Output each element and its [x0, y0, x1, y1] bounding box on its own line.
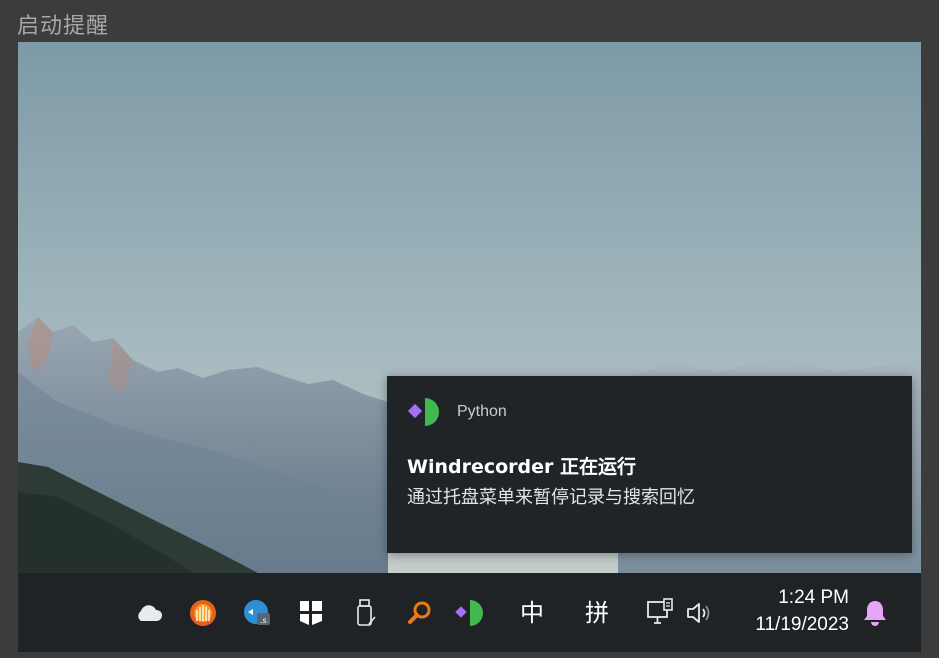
window-title: 启动提醒 [17, 14, 110, 39]
taskbar: .s 中 拼 1:24 PM 11/19/2023 [18, 573, 921, 652]
notification-toast[interactable]: Python Windrecorder 正在运行 通过托盘菜单来暂停记录与搜索回… [387, 376, 912, 553]
ime-layout-indicator[interactable]: 拼 [580, 595, 614, 631]
search-app-icon[interactable] [404, 597, 436, 629]
windrecorder-icon[interactable] [453, 597, 485, 629]
torrent-client-icon[interactable] [187, 597, 219, 629]
svg-text:.s: .s [260, 616, 267, 625]
grid-app-icon[interactable] [295, 597, 327, 629]
usb-drive-icon[interactable] [350, 597, 382, 629]
clock-time: 1:24 PM [778, 587, 849, 608]
toast-app-name: Python [457, 403, 507, 420]
network-icon[interactable] [644, 597, 676, 629]
toast-body: 通过托盘菜单来暂停记录与搜索回忆 [407, 487, 695, 508]
notification-bell-icon[interactable] [859, 597, 891, 629]
onedrive-cloud-icon[interactable] [133, 597, 165, 629]
windrecorder-app-icon [407, 398, 439, 426]
volume-icon[interactable] [684, 597, 716, 629]
ime-mode-indicator[interactable]: 中 [515, 595, 549, 631]
taskbar-clock[interactable]: 1:24 PM 11/19/2023 [755, 585, 849, 639]
clock-date: 11/19/2023 [755, 614, 849, 635]
desktop-screen: Python Windrecorder 正在运行 通过托盘菜单来暂停记录与搜索回… [18, 42, 921, 652]
toast-title: Windrecorder 正在运行 [407, 456, 637, 478]
remote-connection-icon[interactable]: .s [241, 597, 273, 629]
